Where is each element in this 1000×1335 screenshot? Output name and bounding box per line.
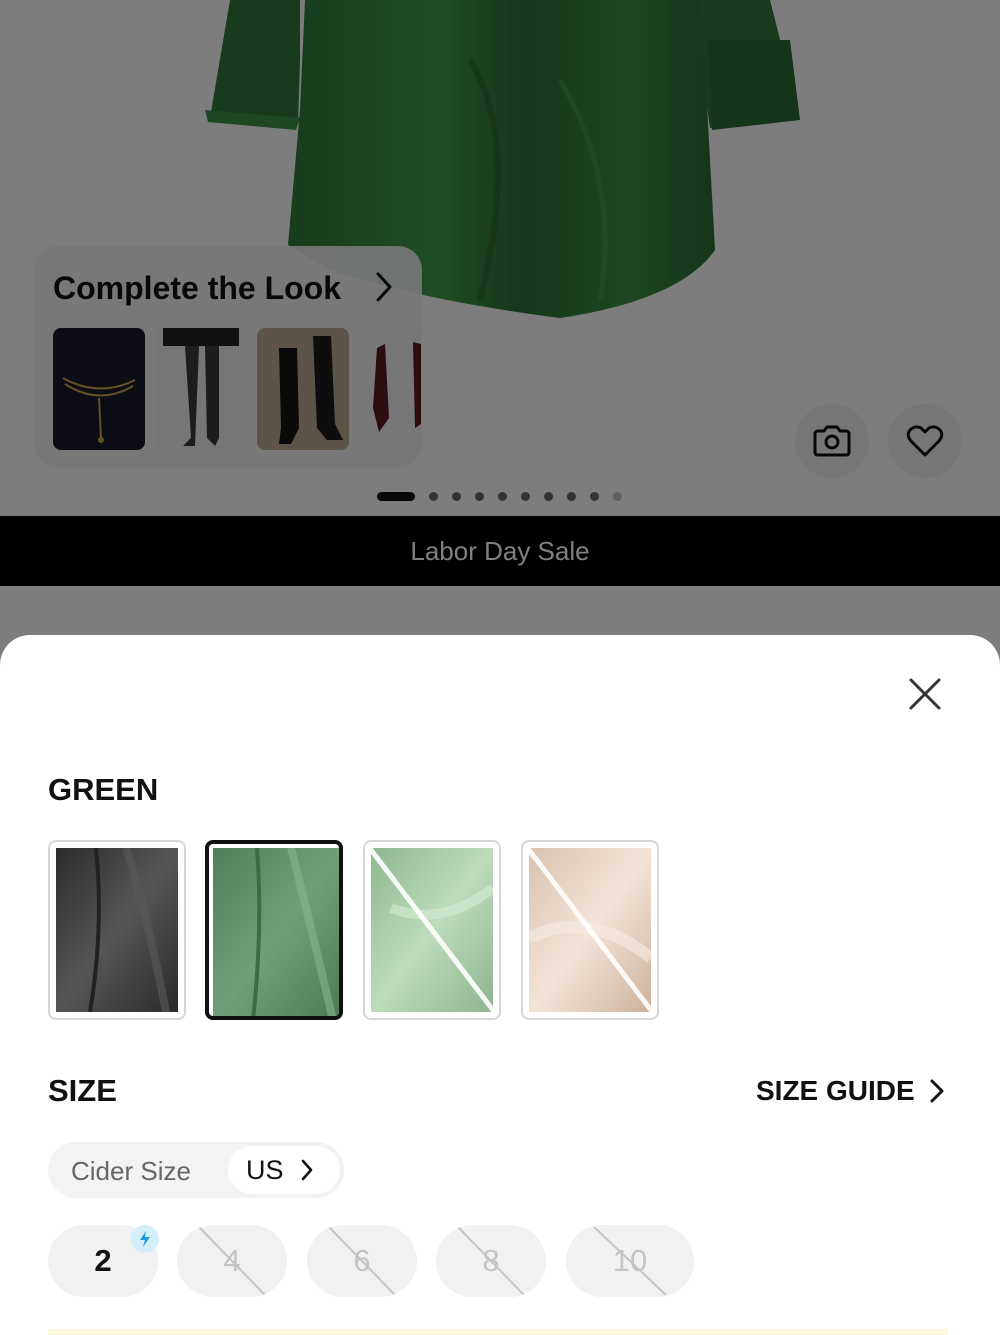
size-option-6[interactable]: 6 xyxy=(307,1225,417,1297)
sold-out-strike xyxy=(328,1226,396,1296)
size-system-value: US xyxy=(246,1154,284,1185)
notice-bar xyxy=(48,1329,948,1335)
color-swatch-green[interactable] xyxy=(205,840,343,1020)
lightning-icon xyxy=(140,1231,150,1247)
quick-ship-badge xyxy=(131,1225,159,1253)
sold-out-strike xyxy=(198,1226,266,1296)
size-guide-label: SIZE GUIDE xyxy=(756,1075,915,1106)
selected-color-name: GREEN xyxy=(48,772,159,807)
close-icon[interactable] xyxy=(902,671,948,717)
sold-out-strike xyxy=(593,1226,667,1296)
size-section-title: SIZE xyxy=(48,1073,117,1108)
size-system-selector: Cider Size US xyxy=(48,1142,344,1198)
size-option-4[interactable]: 4 xyxy=(177,1225,287,1297)
variant-selector-sheet: GREEN SIZE SIZE GUIDE Cider Size US 2 xyxy=(0,635,1000,1335)
chevron-right-icon xyxy=(930,1079,944,1103)
color-swatch-sage[interactable] xyxy=(363,840,501,1020)
color-swatch-champagne[interactable] xyxy=(521,840,659,1020)
size-system-toggle[interactable]: US xyxy=(228,1146,340,1194)
size-option-label: 2 xyxy=(94,1243,112,1278)
color-swatch-black[interactable] xyxy=(48,840,186,1020)
size-system-label: Cider Size xyxy=(71,1156,191,1186)
size-option-10[interactable]: 10 xyxy=(566,1225,694,1297)
size-guide-link[interactable]: SIZE GUIDE xyxy=(756,1075,945,1107)
size-option-8[interactable]: 8 xyxy=(436,1225,546,1297)
chevron-right-icon xyxy=(301,1159,312,1181)
sold-out-strike xyxy=(457,1226,525,1296)
